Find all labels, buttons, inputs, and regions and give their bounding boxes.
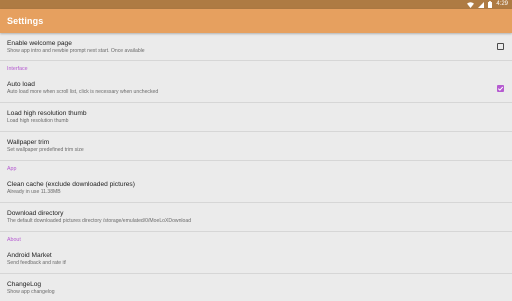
pref-summary: Set wallpaper predefined trim size xyxy=(7,147,84,153)
pref-title: Auto load xyxy=(7,81,35,88)
pref-download-directory[interactable]: Download directory The default downloade… xyxy=(0,203,512,232)
pref-summary: Load high resolution thumb xyxy=(7,118,69,124)
check-icon xyxy=(497,86,504,91)
pref-auto-load[interactable]: Auto load Auto load more when scroll lis… xyxy=(0,74,512,103)
settings-list[interactable]: Enable welcome page Show app intro and n… xyxy=(0,33,512,301)
page-title: Settings xyxy=(7,16,44,26)
auto-load-checkbox[interactable] xyxy=(497,84,504,92)
section-header-app: App xyxy=(7,166,17,172)
pref-summary: The default downloaded pictures director… xyxy=(7,218,192,224)
pref-welcome-page[interactable]: Enable welcome page Show app intro and n… xyxy=(0,33,512,61)
wifi-icon xyxy=(467,1,475,8)
section-header-about: About xyxy=(7,237,21,243)
signal-icon xyxy=(478,1,485,8)
pref-wallpaper-trim[interactable]: Wallpaper trim Set wallpaper predefined … xyxy=(0,132,512,161)
pref-summary: Show app intro and newbie prompt next st… xyxy=(7,47,145,54)
app-bar: Settings xyxy=(0,9,512,33)
pref-android-market[interactable]: Android Market Send feedback and rate it… xyxy=(0,245,512,274)
pref-high-res-thumb[interactable]: Load high resolution thumb Load high res… xyxy=(0,103,512,132)
pref-changelog[interactable]: ChangeLog Show app changelog xyxy=(0,274,512,301)
pref-title: Load high resolution thumb xyxy=(7,110,87,117)
status-bar: 4:29 xyxy=(0,0,512,9)
pref-summary: Auto load more when scroll list, click i… xyxy=(7,89,159,95)
pref-clean-cache[interactable]: Clean cache (exclude downloaded pictures… xyxy=(0,174,512,203)
pref-title: Android Market xyxy=(7,252,52,259)
pref-title: Download directory xyxy=(7,210,64,217)
status-time: 4:29 xyxy=(496,1,508,7)
battery-icon xyxy=(488,1,493,8)
status-icons: 4:29 xyxy=(467,0,508,9)
pref-title: Wallpaper trim xyxy=(7,139,50,146)
pref-title: Enable welcome page xyxy=(7,39,72,47)
pref-summary: Send feedback and rate it! xyxy=(7,260,67,266)
pref-summary: Show app changelog xyxy=(7,289,55,295)
welcome-checkbox[interactable] xyxy=(497,43,504,50)
section-header-interface: Interface xyxy=(7,66,28,72)
pref-title: Clean cache (exclude downloaded pictures… xyxy=(7,181,135,188)
pref-summary: Already in use 11.38MB xyxy=(7,189,61,195)
pref-title: ChangeLog xyxy=(7,281,42,288)
